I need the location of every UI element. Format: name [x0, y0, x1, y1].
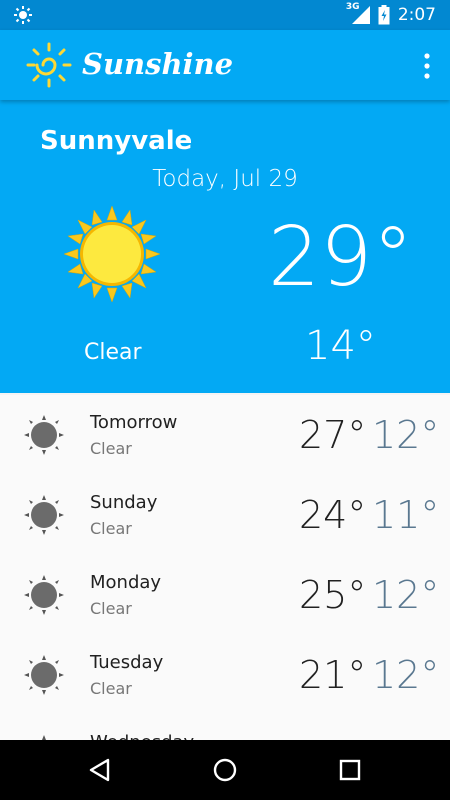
- back-icon[interactable]: [84, 754, 116, 786]
- forecast-high-temp: 21°: [299, 653, 367, 697]
- forecast-row[interactable]: Monday Clear 25° 12°: [0, 555, 450, 635]
- clear-icon: [24, 495, 64, 535]
- status-bar: 3G 2:07: [0, 0, 450, 30]
- clear-icon: [24, 415, 64, 455]
- forecast-condition: Clear: [90, 599, 132, 618]
- forecast-low-temp: 11°: [372, 493, 440, 537]
- app-bar: Sunshine: [0, 30, 450, 100]
- brightness-icon: [14, 6, 32, 24]
- forecast-day: Tomorrow: [90, 412, 178, 433]
- home-icon[interactable]: [209, 754, 241, 786]
- clear-icon: [24, 655, 64, 695]
- forecast-row[interactable]: Tuesday Clear 21° 12°: [0, 635, 450, 715]
- forecast-low-temp: 12°: [372, 413, 440, 457]
- forecast-row[interactable]: Tomorrow Clear 27° 12°: [0, 395, 450, 475]
- forecast-row[interactable]: Sunday Clear 24° 11°: [0, 475, 450, 555]
- clear-icon: [24, 575, 64, 615]
- forecast-low-temp: 12°: [372, 573, 440, 617]
- forecast-high-temp: 25°: [299, 573, 367, 617]
- forecast-high-temp: 24°: [299, 493, 367, 537]
- forecast-condition: Clear: [90, 519, 132, 538]
- clock: 2:07: [397, 5, 436, 25]
- today-condition: Clear: [84, 340, 142, 365]
- navigation-bar: [0, 740, 450, 800]
- forecast-day: Tuesday: [90, 652, 164, 673]
- overflow-menu-icon[interactable]: [422, 52, 432, 80]
- forecast-low-temp: 12°: [372, 653, 440, 697]
- signal-icon: 3G: [346, 2, 370, 24]
- today-low-temp: 14°: [305, 323, 376, 369]
- city-name: Sunnyvale: [40, 126, 193, 156]
- today-panel[interactable]: Sunnyvale Today, Jul 29 29° 14° Clear: [0, 100, 450, 393]
- battery-icon: [378, 5, 390, 25]
- recents-icon[interactable]: [334, 754, 366, 786]
- sunshine-logo-icon: [26, 42, 72, 88]
- today-date: Today, Jul 29: [152, 166, 298, 192]
- today-high-temp: 29°: [268, 210, 414, 305]
- forecast-day: Sunday: [90, 492, 158, 513]
- forecast-day: Wednesday: [90, 732, 194, 740]
- forecast-condition: Clear: [90, 439, 132, 458]
- forecast-day: Monday: [90, 572, 162, 593]
- sun-icon: [64, 206, 160, 302]
- forecast-list[interactable]: Tomorrow Clear 27° 12° Sunday Clear 24° …: [0, 395, 450, 740]
- forecast-high-temp: 27°: [299, 413, 367, 457]
- forecast-row[interactable]: Wednesday: [0, 715, 450, 740]
- forecast-condition: Clear: [90, 679, 132, 698]
- app-title: Sunshine: [82, 47, 234, 81]
